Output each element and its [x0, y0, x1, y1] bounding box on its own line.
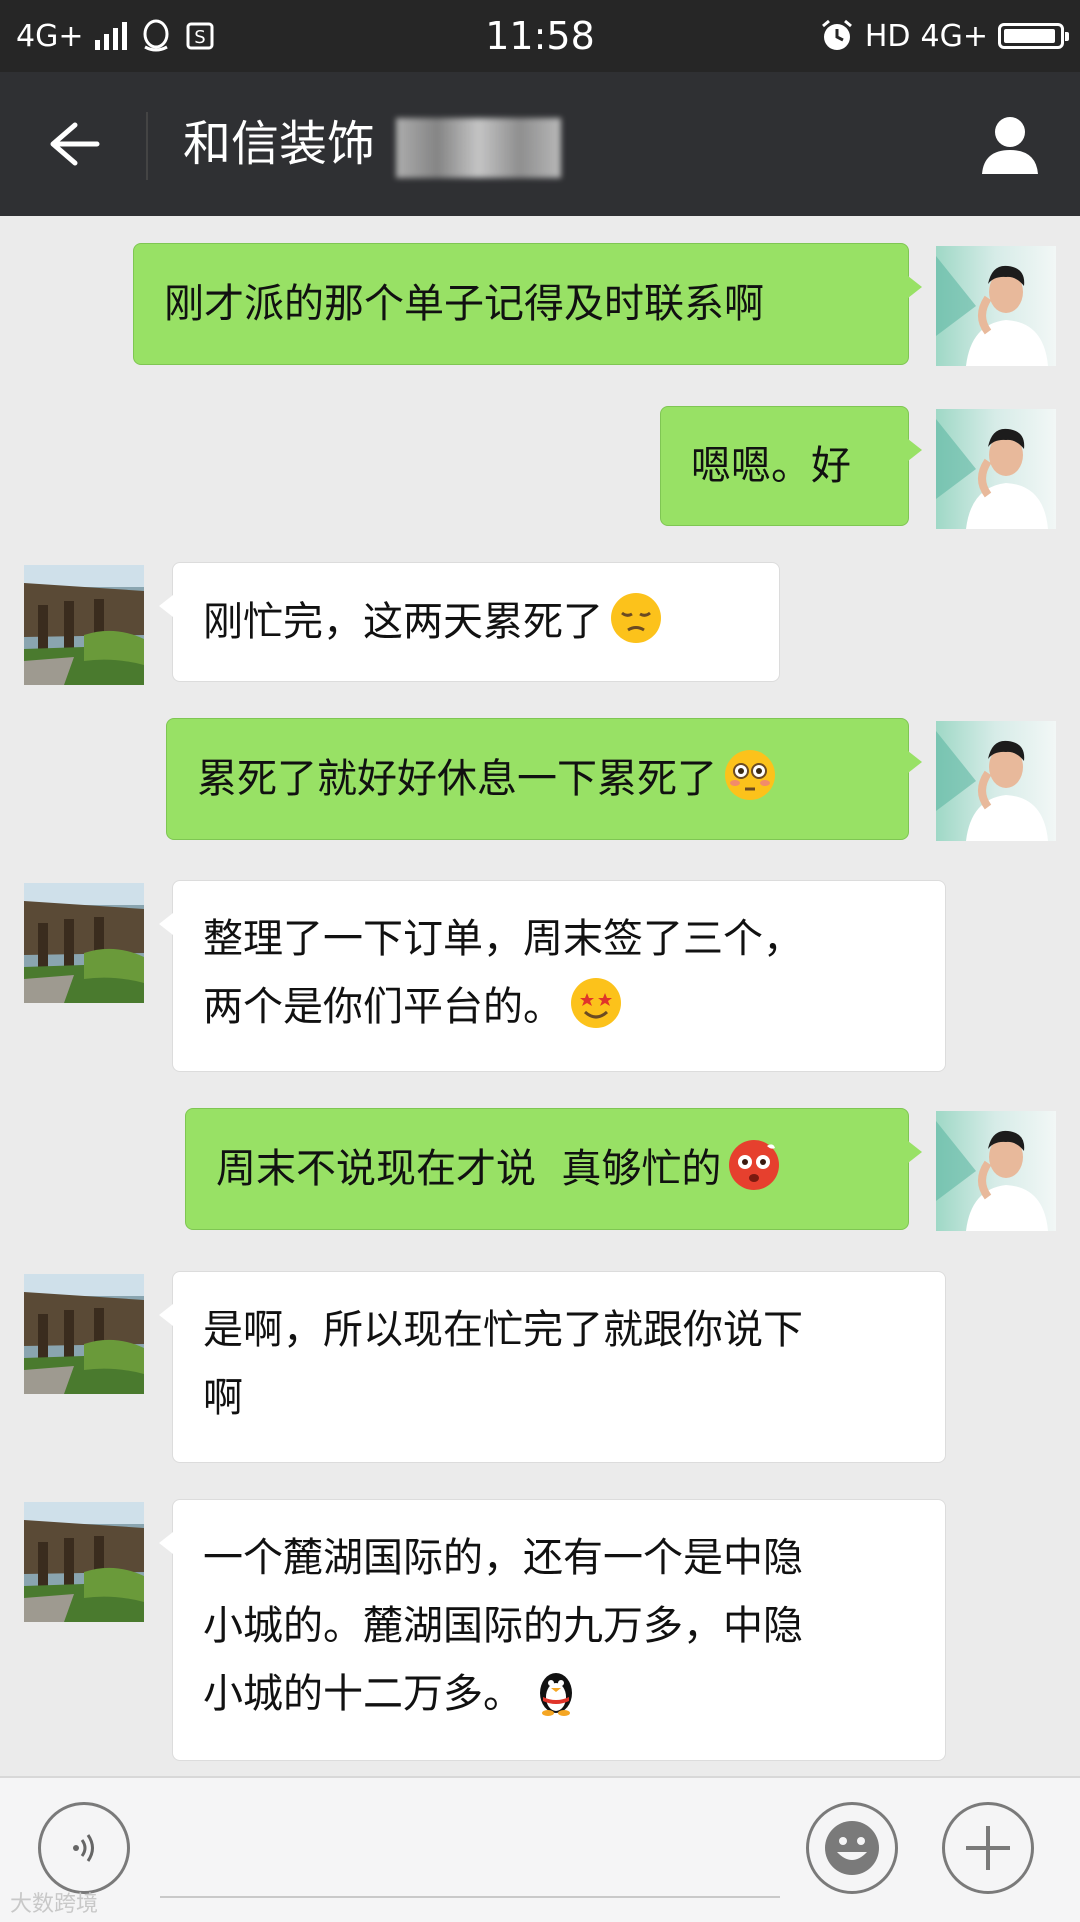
my-avatar[interactable]: [936, 409, 1056, 529]
status-bar: 4G+ S 11:58 HD 4G+: [0, 0, 1080, 72]
back-button[interactable]: [28, 104, 118, 184]
message-text: 一个麓湖国际的，还有一个是中隐: [203, 1524, 915, 1592]
contact-info-button[interactable]: [968, 102, 1052, 186]
smiley-icon: [825, 1821, 879, 1875]
message-text-line: 嗯嗯。好: [691, 443, 851, 489]
message-bubble[interactable]: 是啊，所以现在忙完了就跟你说下啊: [159, 1271, 946, 1463]
message-text-line: 一个麓湖国际的，还有一个是中隐: [203, 1535, 803, 1581]
message-text: 周末不说现在才说 真够忙的: [216, 1135, 878, 1203]
contact-avatar[interactable]: [24, 883, 144, 1003]
contact-avatar[interactable]: [24, 1502, 144, 1622]
message-text-line: 整理了一下订单，周末签了三个，: [203, 916, 803, 962]
message-text-line: 两个是你们平台的。: [203, 984, 563, 1030]
message-bubble[interactable]: 刚才派的那个单子记得及时联系啊: [133, 243, 922, 365]
message-bubble[interactable]: 整理了一下订单，周末签了三个， 两个是你们平台的。: [159, 880, 946, 1072]
message-list[interactable]: 刚才派的那个单子记得及时联系啊嗯嗯。好刚忙完，这两天累死了累死了就好好休息一下累…: [0, 216, 1080, 1776]
header-divider: [146, 112, 148, 180]
message-text: 小城的十二万多。: [203, 1660, 915, 1728]
more-options-button[interactable]: [942, 1802, 1034, 1894]
pensive-face-emoji: [609, 591, 663, 645]
message-bubble[interactable]: 嗯嗯。好: [660, 406, 922, 526]
back-arrow-icon: [50, 122, 100, 166]
redacted-title-mask: [396, 118, 561, 178]
message-text-line: 累死了就好好休息一下累死了: [197, 756, 717, 802]
message-text-line: 周末不说现在才说 真够忙的: [216, 1146, 722, 1192]
message-text: 刚忙完，这两天累死了: [203, 588, 749, 656]
message-text: 刚才派的那个单子记得及时联系啊: [164, 270, 878, 338]
message-bubble[interactable]: 周末不说现在才说 真够忙的: [185, 1108, 922, 1230]
chat-header: 和信装饰: [0, 72, 1080, 216]
message-text: 累死了就好好休息一下累死了: [197, 745, 878, 813]
message-bubble[interactable]: 刚忙完，这两天累死了: [159, 562, 780, 682]
message-input[interactable]: [160, 1896, 780, 1898]
battery-icon: [998, 23, 1069, 49]
message-text: 啊: [203, 1364, 915, 1432]
message-text: 小城的。麓湖国际的九万多，中隐: [203, 1592, 915, 1660]
input-toolbar: [0, 1776, 1080, 1922]
message-text-line: 是啊，所以现在忙完了就跟你说下: [203, 1307, 803, 1353]
contact-avatar[interactable]: [24, 1274, 144, 1394]
message-bubble[interactable]: 一个麓湖国际的，还有一个是中隐 小城的。麓湖国际的九万多，中隐 小城的十二万多。: [159, 1499, 946, 1761]
message-text-line: 小城的十二万多。: [203, 1671, 523, 1717]
my-avatar[interactable]: [936, 246, 1056, 366]
penguin-emoji: [529, 1663, 583, 1717]
message-text: 是啊，所以现在忙完了就跟你说下: [203, 1296, 915, 1364]
star-struck-face-emoji: [569, 976, 623, 1030]
flushed-face-emoji: [723, 748, 777, 802]
message-text-line: 啊: [203, 1375, 243, 1421]
voice-input-icon: [73, 1834, 94, 1862]
message-text: 嗯嗯。好: [691, 432, 878, 500]
chat-title: 和信装饰: [183, 116, 376, 172]
dizzy-red-face-emoji: [727, 1138, 781, 1192]
message-bubble[interactable]: 累死了就好好休息一下累死了: [166, 718, 922, 840]
plus-icon: [966, 1826, 1010, 1870]
message-text-line: 小城的。麓湖国际的九万多，中隐: [203, 1603, 803, 1649]
voice-button[interactable]: [38, 1802, 130, 1894]
alarm-clock-icon: [821, 19, 852, 50]
message-text-line: 刚才派的那个单子记得及时联系啊: [164, 281, 764, 327]
my-avatar[interactable]: [936, 1111, 1056, 1231]
watermark: 大数跨境: [10, 1892, 99, 1917]
network-type-label-right: 4G+: [920, 18, 988, 54]
person-icon: [982, 117, 1038, 174]
message-text: 两个是你们平台的。: [203, 973, 915, 1041]
emoji-button[interactable]: [806, 1802, 898, 1894]
message-text: 整理了一下订单，周末签了三个，: [203, 905, 915, 973]
status-right: HD 4G+: [819, 0, 1069, 72]
message-text-line: 刚忙完，这两天累死了: [203, 599, 603, 645]
contact-avatar[interactable]: [24, 565, 144, 685]
my-avatar[interactable]: [936, 721, 1056, 841]
hd-label: HD: [864, 18, 911, 54]
